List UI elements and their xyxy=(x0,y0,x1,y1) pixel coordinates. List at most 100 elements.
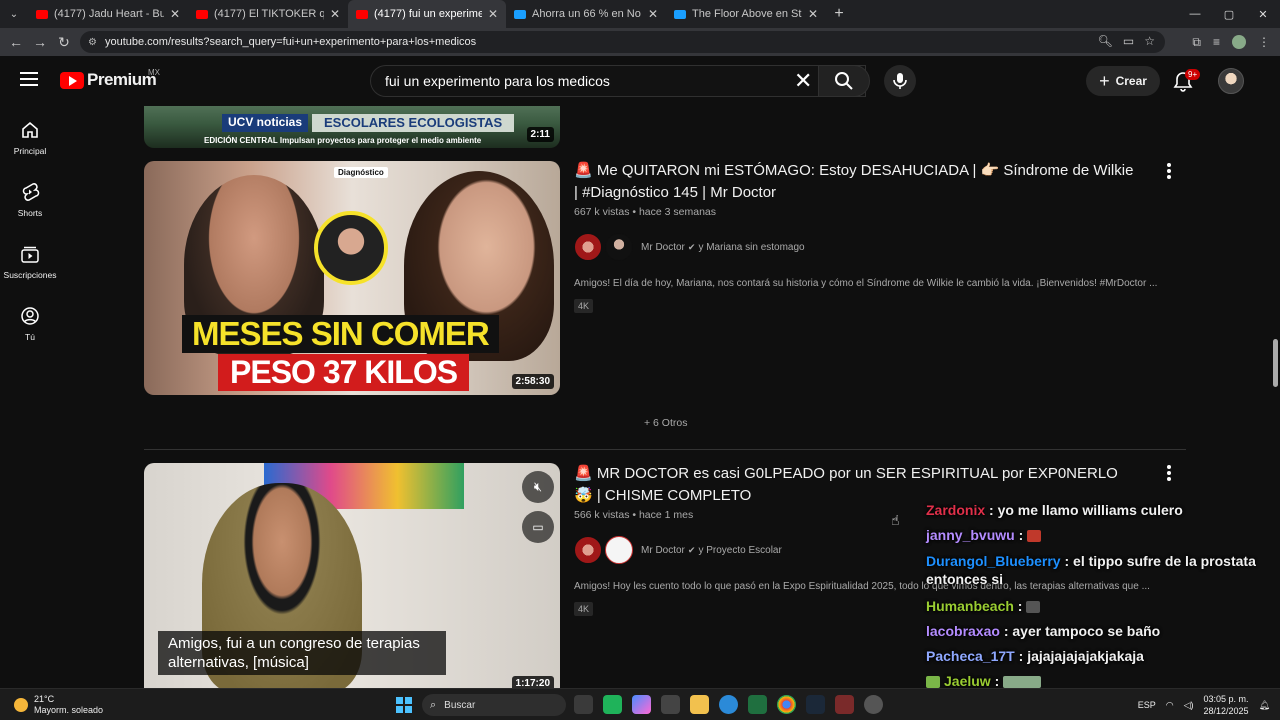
browser-tab[interactable]: The Floor Above en Steam ✕ xyxy=(666,0,826,28)
channel-row-2[interactable]: Mr Doctor ✔ y Proyecto Escolar xyxy=(574,536,782,564)
video-thumbnail-2[interactable]: 🔇︎ ▭ Amigos, fui a un congreso de terapi… xyxy=(144,463,560,688)
voice-search-button[interactable] xyxy=(884,65,916,97)
mute-icon[interactable]: 🔇︎ xyxy=(522,471,554,503)
minimize-icon[interactable]: — xyxy=(1178,0,1212,28)
scrollbar-thumb[interactable] xyxy=(1273,339,1278,387)
address-bar[interactable]: ⚙ youtube.com/results?search_query=fui+u… xyxy=(80,31,1165,53)
tab-title: (4177) El TIKTOKER que DICE SE xyxy=(214,8,324,20)
sidebar-item-tu[interactable]: Tú xyxy=(0,292,60,354)
zoom-icon[interactable]: 🔍︎ xyxy=(1098,34,1113,48)
wifi-icon[interactable]: ◠ xyxy=(1166,700,1174,711)
system-tray: ESP ◠ ◁) 03:05 p. m. 28/12/2025 🔔︎ xyxy=(1138,693,1270,717)
cast-icon[interactable]: ▭ xyxy=(1123,34,1134,48)
collab-name: y Mariana sin estomago xyxy=(698,241,805,253)
app-icon[interactable] xyxy=(835,695,854,714)
chat-username: Durangol_Blueberry xyxy=(926,553,1061,569)
account-avatar[interactable] xyxy=(1218,68,1244,94)
search-input[interactable]: fui un experimento para los medicos xyxy=(370,65,866,97)
language-indicator[interactable]: ESP xyxy=(1138,700,1156,710)
close-tab-icon[interactable]: ✕ xyxy=(170,7,180,21)
browser-toolbar: ← → ↻ ⚙ youtube.com/results?search_query… xyxy=(0,28,1280,56)
app-green-icon[interactable] xyxy=(603,695,622,714)
sidebar-item-suscripciones[interactable]: Suscripciones xyxy=(0,230,60,292)
more-actions-icon[interactable] xyxy=(1166,163,1172,181)
notification-badge: 9+ xyxy=(1185,69,1201,80)
weather-widget[interactable]: 21°C Mayorm. soleado xyxy=(14,694,103,716)
thumb-tag: Diagnóstico xyxy=(334,167,388,178)
youtube-play-icon xyxy=(60,71,84,89)
mini-guide-sidebar: Principal Shorts Suscripciones Tú xyxy=(0,106,60,354)
steam-icon[interactable] xyxy=(806,695,825,714)
time: 03:05 p. m. xyxy=(1203,694,1249,704)
site-info-icon[interactable]: ⚙ xyxy=(88,37,97,48)
clock[interactable]: 03:05 p. m. 28/12/2025 xyxy=(1204,693,1249,717)
video-thumbnail-1[interactable]: Diagnóstico MESES SIN COMER PESO 37 KILO… xyxy=(144,161,560,395)
maximize-icon[interactable]: ▢ xyxy=(1212,0,1246,28)
video-description-1: Amigos! El día de hoy, Mariana, nos cont… xyxy=(574,278,1158,289)
close-window-icon[interactable]: ✕ xyxy=(1246,0,1280,28)
menu-dots-icon[interactable]: ⋮ xyxy=(1258,35,1270,49)
browser-tab[interactable]: Ahorra un 66 % en No one live ✕ xyxy=(506,0,666,28)
media-icon[interactable]: ≡ xyxy=(1213,35,1220,49)
browser-tab[interactable]: (4177) Jadu Heart - Burning Ho ✕ xyxy=(28,0,188,28)
volume-icon[interactable]: ◁) xyxy=(1184,700,1194,711)
chrome-icon[interactable] xyxy=(777,695,796,714)
task-view-icon[interactable] xyxy=(574,695,593,714)
excel-icon[interactable] xyxy=(748,695,767,714)
pinned-apps xyxy=(574,695,883,714)
chat-text: jajajajajajakjakaja xyxy=(1027,648,1144,664)
notification-center-icon[interactable]: 🔔︎ xyxy=(1259,700,1270,711)
close-tab-icon[interactable]: ✕ xyxy=(808,7,818,21)
create-button[interactable]: + Crear xyxy=(1086,66,1160,96)
plus-icon: + xyxy=(1099,70,1110,91)
browser-tab[interactable]: (4177) fui un experimento para ✕ xyxy=(348,0,506,28)
captions-icon[interactable]: ▭ xyxy=(522,511,554,543)
back-icon[interactable]: ← xyxy=(4,34,28,50)
chat-separator: : xyxy=(985,502,998,518)
you-icon xyxy=(21,307,39,325)
page-scrollbar[interactable] xyxy=(1270,56,1280,688)
chat-username: Pacheca_17T xyxy=(926,648,1015,664)
sidebar-item-shorts[interactable]: Shorts xyxy=(0,168,60,230)
close-tab-icon[interactable]: ✕ xyxy=(330,7,340,21)
profile-avatar-small[interactable] xyxy=(1232,35,1246,49)
stream-chat-overlay: Zardonix : yo me llamo williams culero ja… xyxy=(926,498,1256,719)
quality-badge: 4K xyxy=(574,602,594,616)
more-results-link[interactable]: + 6 Otros xyxy=(644,417,687,429)
video-thumbnail-prev[interactable]: UCV noticias ESCOLARES ECOLOGISTAS EDICI… xyxy=(144,106,560,148)
quality-badge: 4K xyxy=(574,299,594,313)
taskbar-search[interactable]: ⌕ Buscar xyxy=(422,694,566,716)
close-tab-icon[interactable]: ✕ xyxy=(488,7,498,21)
chat-text: ayer tampoco se baño xyxy=(1012,623,1161,639)
collab-name: y Proyecto Escolar xyxy=(698,544,782,556)
video-title-1[interactable]: 🚨 Me QUITARON mi ESTÓMAGO: Estoy DESAHUC… xyxy=(574,160,1134,204)
search-button[interactable] xyxy=(818,65,870,97)
channel-row-1[interactable]: Mr Doctor ✔ y Mariana sin estomago xyxy=(574,233,805,261)
browser-tab[interactable]: (4177) El TIKTOKER que DICE SE ✕ xyxy=(188,0,348,28)
subscriptions-icon xyxy=(21,246,39,263)
country-code: MX xyxy=(148,68,160,77)
copilot-icon[interactable] xyxy=(632,695,651,714)
video-duration: 2:58:30 xyxy=(511,374,554,389)
file-explorer-icon[interactable] xyxy=(690,695,709,714)
hamburger-menu-icon[interactable] xyxy=(20,72,38,86)
channel-name: Mr Doctor xyxy=(641,544,685,556)
youtube-premium-logo[interactable]: Premium MX xyxy=(60,68,160,90)
steam-icon xyxy=(514,9,526,19)
tab-search-icon[interactable]: ⌄ xyxy=(0,0,28,28)
forward-icon[interactable]: → xyxy=(28,34,52,50)
settings-icon[interactable] xyxy=(864,695,883,714)
clear-search-icon[interactable]: ✕ xyxy=(794,70,812,92)
edge-icon[interactable] xyxy=(719,695,738,714)
sidebar-item-principal[interactable]: Principal xyxy=(0,106,60,168)
close-tab-icon[interactable]: ✕ xyxy=(648,7,658,21)
reload-icon[interactable]: ↻ xyxy=(52,34,76,51)
chat-username: lacobraxao xyxy=(926,623,1000,639)
extensions-icon[interactable]: ⧉ xyxy=(1192,35,1201,50)
windows-start-icon[interactable] xyxy=(396,697,412,713)
store-icon[interactable] xyxy=(661,695,680,714)
new-tab-button[interactable]: + xyxy=(826,5,852,23)
url-text: youtube.com/results?search_query=fui+un+… xyxy=(104,36,477,48)
bookmark-star-icon[interactable]: ☆ xyxy=(1144,34,1155,48)
more-actions-icon[interactable] xyxy=(1166,465,1172,483)
